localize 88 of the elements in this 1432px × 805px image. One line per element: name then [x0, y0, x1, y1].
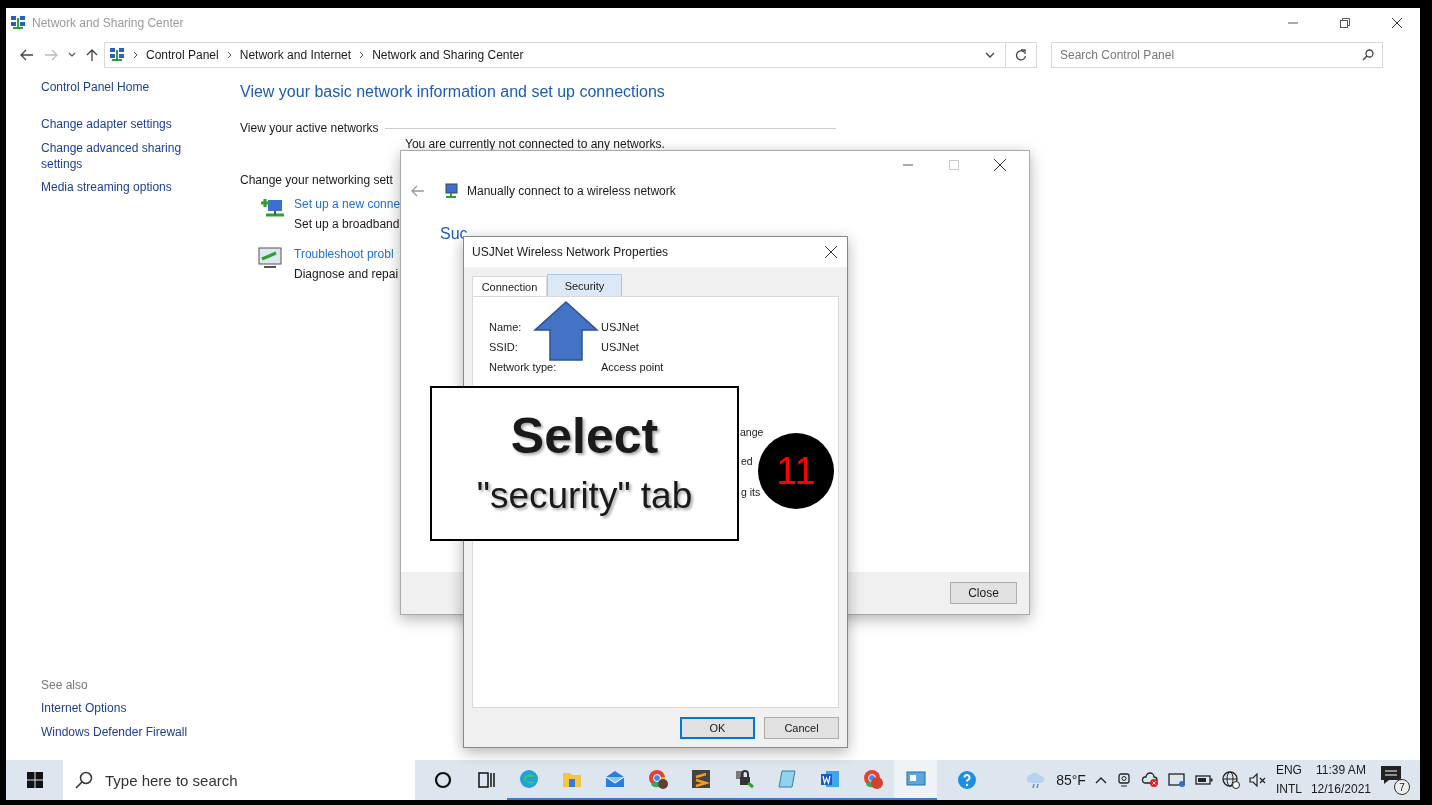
page-heading: View your basic network information and set up connections — [240, 83, 666, 101]
search-icon — [75, 771, 93, 789]
field-label: Name: — [489, 321, 523, 333]
camera-icon[interactable] — [1115, 772, 1132, 788]
battery-icon[interactable] — [1194, 775, 1213, 785]
chrome-remote-icon[interactable] — [862, 769, 883, 789]
network-monitor-icon — [443, 183, 459, 199]
task-description: Set up a broadband — [294, 217, 400, 231]
cortana-circle-icon[interactable] — [432, 770, 453, 790]
speaker-muted-icon[interactable] — [1248, 773, 1267, 787]
sidebar-link[interactable]: Media streaming options — [41, 179, 172, 195]
remote-desktop-icon[interactable] — [905, 769, 926, 789]
cloud-error-icon[interactable] — [1140, 772, 1159, 788]
restore-icon[interactable] — [1340, 18, 1350, 28]
lock-network-icon[interactable] — [733, 769, 754, 789]
language-indicator[interactable]: ENG INTL — [1275, 761, 1302, 799]
section-label: View your active networks — [240, 121, 379, 135]
globe-icon[interactable] — [1221, 771, 1240, 789]
weather-temperature[interactable]: 85°F — [1056, 772, 1086, 788]
dropdown-chevron-icon[interactable] — [985, 51, 995, 59]
app-icon — [10, 15, 26, 31]
chrome-profile-icon[interactable] — [647, 769, 668, 789]
close-icon[interactable] — [994, 159, 1006, 171]
field-value: USJNet — [601, 321, 640, 333]
taskbar-search-field[interactable]: Type here to search — [63, 760, 415, 800]
task-description: Diagnose and repai — [294, 267, 399, 281]
address-bar[interactable]: Control Panel Network and Internet Network and Sharing Center — [104, 42, 1006, 68]
partial-text: ange — [740, 426, 764, 438]
callout-text: "security" tab — [476, 473, 693, 518]
breadcrumb[interactable]: Network and Sharing Center — [372, 48, 524, 62]
back-arrow-icon[interactable] — [20, 49, 34, 61]
search-field[interactable]: Search Control Panel — [1051, 42, 1383, 68]
clock-time: 11:39 AM — [1316, 762, 1366, 779]
word-icon[interactable] — [819, 769, 840, 789]
chevron-right-icon — [133, 51, 138, 59]
partial-text: ed — [741, 455, 753, 467]
ok-button[interactable]: OK — [680, 717, 755, 739]
see-also-link[interactable]: Windows Defender Firewall — [41, 724, 188, 740]
partial-text: g its — [741, 486, 761, 498]
editor-icon[interactable] — [690, 769, 711, 789]
cancel-button[interactable]: Cancel — [764, 717, 839, 739]
tab[interactable]: Security — [547, 274, 622, 296]
network-icon — [109, 47, 125, 63]
help-icon[interactable] — [956, 770, 977, 790]
windows-logo-icon[interactable] — [26, 772, 43, 788]
clock-date: 12/16/2021 — [1310, 781, 1371, 798]
breadcrumb[interactable]: Network and Internet — [239, 48, 352, 62]
see-also-link[interactable]: Internet Options — [41, 700, 127, 716]
chevron-right-icon — [226, 51, 232, 59]
chevron-down-icon[interactable] — [68, 52, 76, 58]
task-link[interactable]: Set up a new conne — [294, 197, 401, 211]
search-icon — [1362, 49, 1374, 61]
chevron-right-icon — [359, 51, 365, 59]
chevron-up-icon[interactable] — [1094, 776, 1107, 784]
clock[interactable]: 11:39 AM 12/16/2021 — [1310, 761, 1371, 799]
callout-title: Select — [510, 406, 659, 465]
wizard-title: Manually connect to a wireless network — [467, 184, 676, 198]
task-view-icon[interactable] — [475, 770, 496, 790]
mail-icon[interactable] — [604, 769, 625, 789]
window-title: Network and Sharing Center — [32, 16, 185, 30]
notification-icon[interactable] — [1380, 765, 1402, 785]
search-placeholder: Type here to search — [105, 771, 238, 789]
sidebar-link[interactable]: Change adapter settings — [41, 116, 172, 132]
refresh-icon — [1015, 49, 1027, 61]
section-label: Change your networking sett — [240, 173, 394, 187]
sidebar-link[interactable]: Change advanced sharing settings — [41, 140, 191, 172]
field-value: Access point — [601, 361, 665, 373]
close-button[interactable]: Close — [950, 582, 1017, 604]
status-text: You are currently not connected to any networks. — [405, 137, 666, 151]
refresh-button[interactable] — [1006, 42, 1037, 68]
see-also-heading: See also — [41, 678, 89, 692]
field-value: USJNet — [601, 341, 640, 353]
close-icon[interactable] — [1392, 18, 1402, 28]
task-link[interactable]: Troubleshoot probl — [294, 247, 394, 261]
search-placeholder: Search Control Panel — [1060, 48, 1176, 62]
notification-count: 7 — [1394, 779, 1410, 795]
breadcrumb[interactable]: Control Panel — [146, 48, 219, 62]
language-code: INTL — [1275, 781, 1302, 798]
field-label: Network type: — [489, 361, 558, 373]
language-code: ENG — [1275, 762, 1302, 779]
close-icon[interactable] — [825, 246, 837, 258]
tab[interactable]: Connection — [472, 276, 547, 297]
up-arrow-icon — [533, 300, 599, 362]
monitor-sync-icon[interactable] — [1167, 772, 1186, 788]
field-label: SSID: — [489, 341, 519, 353]
dialog-title: USJNet Wireless Network Properties — [472, 245, 670, 259]
sidebar-link[interactable]: Control Panel Home — [41, 79, 150, 95]
up-arrow-icon[interactable] — [86, 48, 98, 62]
